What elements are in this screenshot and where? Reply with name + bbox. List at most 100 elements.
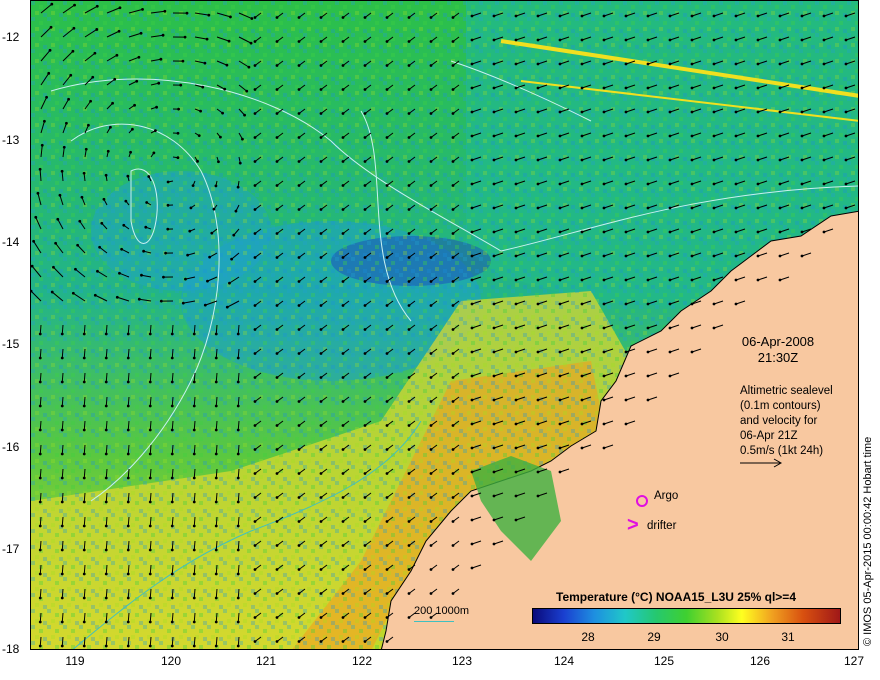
velocity-vector-head — [778, 38, 782, 42]
velocity-vector-head — [451, 376, 455, 379]
velocity-vector-head — [602, 398, 606, 402]
velocity-vector-head — [800, 62, 804, 66]
velocity-vector-head — [236, 380, 240, 384]
velocity-vector-head — [275, 112, 279, 115]
velocity-vector-head — [470, 446, 474, 450]
time-text: 21:30Z — [757, 350, 799, 365]
velocity-vector-head — [297, 64, 301, 67]
velocity-vector-head — [580, 134, 584, 138]
velocity-vector-head — [60, 428, 64, 432]
velocity-vector-head — [275, 184, 279, 187]
velocity-vector-head — [646, 398, 650, 402]
velocity-vector-head — [82, 476, 86, 480]
velocity-vector-head — [170, 332, 174, 336]
velocity-vector-head — [800, 14, 804, 18]
velocity-vector-head — [137, 55, 141, 59]
velocity-vector-head — [214, 620, 218, 624]
velocity-vector-head — [407, 88, 411, 91]
velocity-vector-head — [756, 158, 760, 162]
velocity-vector-head — [646, 182, 650, 186]
velocity-vector-head — [253, 496, 257, 499]
date-text: 06-Apr-2008 — [741, 334, 815, 349]
velocity-vector-head — [624, 350, 628, 354]
velocity-vector-head — [407, 448, 411, 451]
velocity-vector-head — [407, 64, 411, 67]
velocity-vector-head — [734, 230, 738, 234]
velocity-vector-head — [429, 376, 433, 379]
velocity-vector-head — [429, 544, 433, 547]
velocity-vector-head — [148, 332, 152, 336]
velocity-vector-head — [275, 616, 279, 619]
velocity-vector-head — [624, 38, 628, 42]
velocity-vector-head — [558, 62, 562, 66]
velocity-vector-head — [492, 62, 496, 66]
velocity-vector-head — [60, 524, 64, 528]
velocity-vector-head — [385, 88, 389, 91]
velocity-vector-head — [319, 472, 323, 475]
velocity-vector-head — [429, 112, 433, 115]
velocity-vector-head — [558, 14, 562, 18]
velocity-vector-head — [470, 422, 474, 426]
velocity-vector-head — [82, 356, 86, 360]
velocity-vector-head — [536, 38, 540, 42]
velocity-vector-head — [148, 380, 152, 384]
velocity-vector-head — [822, 38, 826, 42]
velocity-vector-head — [297, 88, 301, 91]
velocity-vector-head — [236, 524, 240, 528]
velocity-vector-head — [60, 332, 64, 336]
velocity-vector-head — [514, 38, 518, 42]
velocity-vector-head — [536, 62, 540, 66]
velocity-vector-head — [536, 254, 540, 258]
velocity-vector-head — [668, 254, 672, 258]
velocity-vector-head — [104, 620, 108, 624]
velocity-vector-head — [492, 422, 496, 426]
velocity-vector-head — [115, 53, 119, 57]
velocity-vector-head — [668, 38, 672, 42]
velocity-vector-head — [38, 500, 42, 504]
velocity-vector-head — [60, 380, 64, 384]
velocity-vector-head — [470, 14, 474, 18]
velocity-vector-head — [451, 88, 455, 91]
velocity-vector-head — [668, 134, 672, 138]
velocity-vector-head — [50, 290, 54, 294]
velocity-vector-head — [451, 40, 455, 43]
velocity-vector-head — [602, 374, 606, 378]
velocity-vector-head — [451, 520, 455, 523]
velocity-vector-head — [429, 472, 433, 475]
velocity-vector-head — [690, 326, 694, 330]
velocity-vector-head — [214, 356, 218, 360]
velocity-vector-head — [407, 472, 411, 475]
velocity-vector-head — [580, 14, 584, 18]
velocity-vector-head — [451, 136, 455, 139]
velocity-vector-head — [514, 230, 518, 234]
velocity-vector-head — [668, 182, 672, 186]
velocity-vector-head — [822, 158, 826, 162]
velocity-vector-head — [49, 25, 53, 29]
velocity-vector-head — [580, 206, 584, 210]
velocity-vector-head — [778, 86, 782, 90]
velocity-vector-head — [470, 182, 474, 186]
velocity-vector-head — [148, 572, 152, 576]
bathy-legend-label: 200 1000m — [414, 605, 470, 617]
velocity-vector-head — [536, 446, 540, 450]
velocity-vector-head — [253, 160, 257, 163]
velocity-vector-head — [192, 380, 196, 384]
velocity-vector-head — [253, 256, 257, 259]
velocity-vector-head — [319, 448, 323, 451]
velocity-vector-head — [188, 229, 192, 233]
velocity-vector-head — [407, 400, 411, 403]
velocity-vector-head — [236, 332, 240, 336]
velocity-vector-head — [319, 640, 323, 643]
velocity-vector-head — [470, 230, 474, 234]
velocity-vector-head — [407, 256, 411, 259]
velocity-vector-head — [297, 160, 301, 163]
velocity-vector-head — [429, 40, 433, 43]
velocity-vector-head — [558, 278, 562, 282]
velocity-vector-head — [192, 572, 196, 576]
velocity-vector-head — [536, 398, 540, 402]
velocity-vector-head — [580, 158, 584, 162]
velocity-vector-head — [451, 544, 455, 547]
velocity-vector-head — [253, 88, 257, 91]
velocity-vector-head — [118, 271, 121, 275]
velocity-vector-head — [210, 231, 214, 235]
